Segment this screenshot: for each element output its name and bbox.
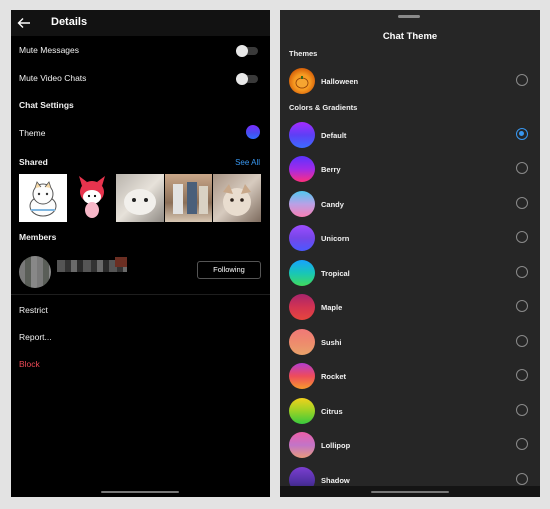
- shared-sticker-cat[interactable]: [19, 174, 67, 222]
- block-option[interactable]: Block: [19, 359, 40, 369]
- radio-button[interactable]: [516, 74, 528, 86]
- theme-option-unicorn[interactable]: Unicorn: [280, 222, 540, 256]
- divider: [11, 294, 270, 295]
- theme-option-tropical[interactable]: Tropical: [280, 257, 540, 291]
- members-heading: Members: [19, 232, 57, 242]
- colors-section-label: Colors & Gradients: [289, 103, 358, 112]
- theme-name: Shadow: [321, 476, 350, 485]
- home-indicator: [371, 491, 449, 493]
- themes-section-label: Themes: [289, 49, 318, 58]
- citrus-swatch-icon: [289, 398, 315, 424]
- home-indicator: [101, 491, 179, 493]
- radio-button[interactable]: [516, 162, 528, 174]
- mute-video-chats-toggle[interactable]: [236, 73, 258, 85]
- radio-button[interactable]: [516, 404, 528, 416]
- restrict-option[interactable]: Restrict: [19, 305, 48, 315]
- theme-name: Candy: [321, 200, 344, 209]
- theme-option-default[interactable]: Default: [280, 119, 540, 153]
- unicorn-swatch-icon: [289, 225, 315, 251]
- shared-sticker-melody[interactable]: [67, 174, 116, 222]
- sushi-swatch-icon: [289, 329, 315, 355]
- maple-swatch-icon: [289, 294, 315, 320]
- lollipop-swatch-icon: [289, 432, 315, 458]
- chat-theme-sheet: Chat Theme Themes Halloween Colors & Gra…: [280, 10, 540, 497]
- tropical-swatch-icon: [289, 260, 315, 286]
- details-screen: Details Mute Messages Mute Video Chats C…: [11, 10, 270, 497]
- theme-option-berry[interactable]: Berry: [280, 153, 540, 187]
- back-arrow-icon[interactable]: [17, 16, 31, 30]
- theme-name: Maple: [321, 303, 343, 312]
- radio-button-selected[interactable]: [516, 128, 528, 140]
- shared-media-strip: [19, 174, 261, 222]
- member-name-redacted-accent: [115, 257, 127, 267]
- shared-photo-dog[interactable]: [213, 174, 261, 222]
- theme-name: Tropical: [321, 269, 350, 278]
- theme-option-halloween[interactable]: Halloween: [280, 65, 540, 99]
- default-swatch-icon: [289, 122, 315, 148]
- radio-button[interactable]: [516, 231, 528, 243]
- radio-button[interactable]: [516, 473, 528, 485]
- see-all-link[interactable]: See All: [235, 158, 260, 167]
- theme-name: Unicorn: [321, 234, 350, 243]
- radio-button[interactable]: [516, 438, 528, 450]
- theme-name: Default: [321, 131, 347, 140]
- radio-button[interactable]: [516, 335, 528, 347]
- shared-heading: Shared: [19, 157, 48, 167]
- chat-settings-heading: Chat Settings: [19, 100, 74, 110]
- theme-label[interactable]: Theme: [19, 128, 45, 138]
- radio-button[interactable]: [516, 369, 528, 381]
- berry-swatch-icon: [289, 156, 315, 182]
- mute-messages-toggle[interactable]: [236, 45, 258, 57]
- shared-photo-people[interactable]: [164, 174, 213, 222]
- halloween-theme-icon: [289, 68, 315, 94]
- avatar[interactable]: [19, 256, 51, 288]
- theme-option-maple[interactable]: Maple: [280, 291, 540, 325]
- theme-name: Sushi: [321, 338, 342, 347]
- page-title: Details: [51, 16, 88, 28]
- theme-option-candy[interactable]: Candy: [280, 188, 540, 222]
- theme-name: Citrus: [321, 407, 343, 416]
- theme-option-sushi[interactable]: Sushi: [280, 326, 540, 360]
- radio-button[interactable]: [516, 197, 528, 209]
- following-button[interactable]: Following: [197, 261, 261, 279]
- bottom-bar: [280, 486, 540, 497]
- shared-photo-kitten[interactable]: [116, 174, 164, 222]
- report-option[interactable]: Report...: [19, 332, 52, 342]
- mute-video-chats-label: Mute Video Chats: [19, 73, 87, 83]
- candy-swatch-icon: [289, 191, 315, 217]
- radio-button[interactable]: [516, 300, 528, 312]
- drag-handle[interactable]: [398, 15, 420, 18]
- theme-name: Berry: [321, 165, 341, 174]
- radio-button[interactable]: [516, 266, 528, 278]
- theme-option-rocket[interactable]: Rocket: [280, 360, 540, 394]
- theme-name: Halloween: [321, 77, 359, 86]
- theme-option-lollipop[interactable]: Lollipop: [280, 429, 540, 463]
- rocket-swatch-icon: [289, 363, 315, 389]
- theme-option-citrus[interactable]: Citrus: [280, 395, 540, 429]
- theme-preview-icon[interactable]: [246, 125, 260, 139]
- sheet-title: Chat Theme: [382, 31, 438, 42]
- mute-messages-label: Mute Messages: [19, 45, 79, 55]
- theme-name: Rocket: [321, 372, 347, 381]
- details-header: Details: [11, 10, 270, 36]
- theme-name: Lollipop: [321, 441, 351, 450]
